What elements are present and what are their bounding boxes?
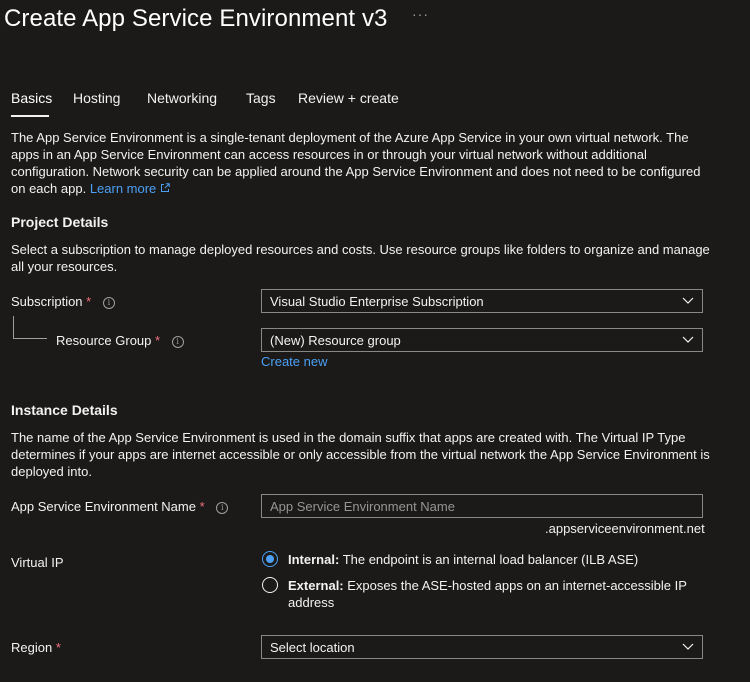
tab-hosting[interactable]: Hosting (73, 90, 120, 106)
page-title: Create App Service Environment v3 (4, 5, 388, 32)
required-indicator: * (199, 499, 205, 514)
vip-external-label: External: Exposes the ASE-hosted apps on… (288, 578, 687, 610)
tree-connector (13, 316, 14, 338)
project-details-description: Select a subscription to manage deployed… (11, 242, 710, 274)
chevron-down-icon (682, 297, 694, 304)
vip-internal-label: Internal: The endpoint is an internal lo… (288, 552, 639, 567)
instance-details-description: The name of the App Service Environment … (11, 430, 710, 479)
info-icon[interactable]: i (171, 335, 184, 348)
subscription-select[interactable]: Visual Studio Enterprise Subscription (261, 289, 703, 313)
learn-more-link[interactable]: Learn more (90, 181, 170, 196)
chevron-down-icon (682, 643, 694, 650)
intro-description: The App Service Environment is a single-… (11, 129, 711, 197)
tree-connector (13, 338, 47, 339)
vip-external-radio[interactable] (262, 577, 278, 593)
tab-networking[interactable]: Networking (147, 90, 217, 106)
project-details-heading: Project Details (11, 214, 109, 230)
tab-review-create[interactable]: Review + create (298, 90, 399, 106)
domain-suffix: .appserviceenvironment.net (545, 521, 705, 536)
tab-bar: Basics Hosting Networking Tags Review + … (0, 90, 750, 117)
create-new-link[interactable]: Create new (261, 354, 327, 369)
instance-details-heading: Instance Details (11, 402, 118, 418)
external-link-icon (160, 183, 170, 192)
info-icon[interactable]: i (102, 296, 115, 309)
resource-group-select[interactable]: (New) Resource group (261, 328, 703, 352)
ase-name-label: App Service Environment Name * i (11, 499, 229, 514)
region-label: Region * (11, 640, 61, 655)
chevron-down-icon (682, 336, 694, 343)
tab-basics[interactable]: Basics (11, 90, 52, 106)
resource-group-label: Resource Group * i (56, 333, 184, 348)
required-indicator: * (86, 294, 92, 309)
subscription-label: Subscription * i (11, 294, 115, 309)
tab-tags[interactable]: Tags (246, 90, 276, 106)
required-indicator: * (55, 640, 61, 655)
region-select[interactable]: Select location (261, 635, 703, 659)
more-icon[interactable]: ··· (412, 6, 429, 22)
active-tab-indicator (11, 115, 49, 117)
vip-internal-radio[interactable] (262, 551, 278, 567)
info-icon[interactable]: i (216, 501, 229, 514)
virtual-ip-label: Virtual IP (11, 555, 64, 570)
required-indicator: * (155, 333, 161, 348)
ase-name-input[interactable]: App Service Environment Name (261, 494, 703, 518)
